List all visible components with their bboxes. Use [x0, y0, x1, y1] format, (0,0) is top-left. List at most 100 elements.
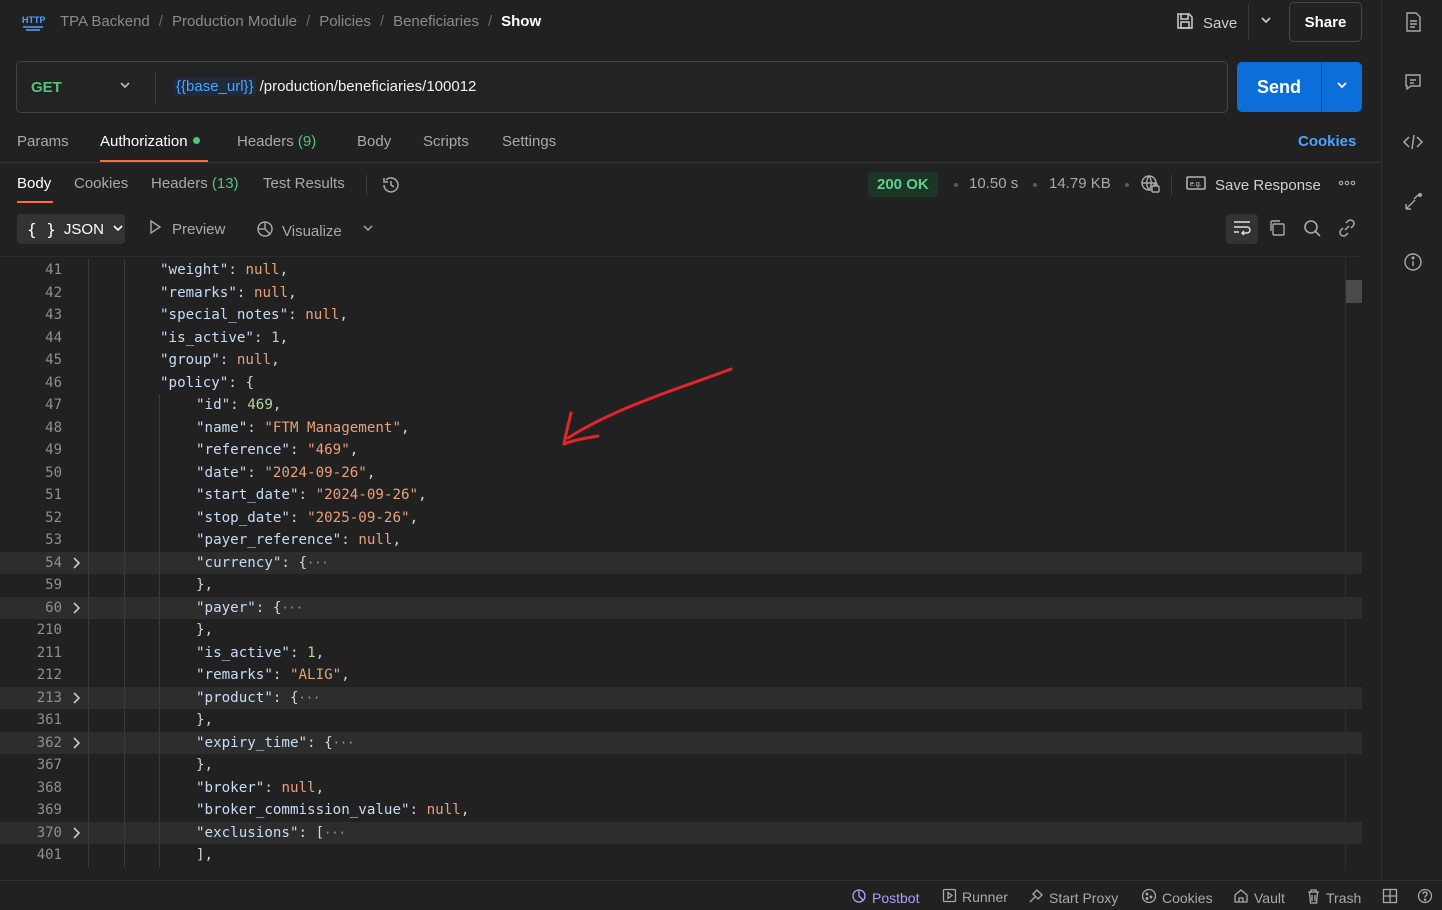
code-text[interactable]: },: [196, 574, 213, 597]
code-text[interactable]: "id": 469,: [196, 394, 281, 417]
history-icon[interactable]: [380, 174, 402, 200]
collapsed-ellipsis[interactable]: ···: [307, 556, 329, 570]
code-text[interactable]: "product": {···: [196, 687, 320, 710]
documentation-icon[interactable]: [1397, 6, 1429, 38]
fold-expand-icon[interactable]: [71, 826, 83, 844]
vault-button[interactable]: Vault: [1233, 888, 1285, 907]
cookies-link[interactable]: Cookies: [1298, 133, 1356, 150]
code-text[interactable]: "payer_reference": null,: [196, 529, 401, 552]
indent-guide: [159, 596, 160, 619]
code-text[interactable]: "name": "FTM Management",: [196, 417, 410, 440]
wrap-lines-button[interactable]: [1226, 214, 1258, 244]
code-text[interactable]: "remarks": null,: [160, 282, 297, 305]
send-dropdown-button[interactable]: [1321, 62, 1362, 112]
code-text[interactable]: "group": null,: [160, 349, 280, 372]
code-text[interactable]: "special_notes": null,: [160, 304, 348, 327]
code-text[interactable]: },: [196, 709, 213, 732]
code-line: 51 "start_date": "2024-09-26",: [0, 484, 1362, 507]
response-size[interactable]: 14.79 KB: [1049, 175, 1111, 192]
comments-icon[interactable]: [1397, 66, 1429, 98]
save-dropdown-button[interactable]: [1248, 4, 1282, 40]
tab-headers[interactable]: Headers (9): [237, 133, 316, 150]
chevron-down-icon[interactable]: [117, 77, 133, 97]
preview-button[interactable]: Preview: [147, 219, 225, 239]
code-text[interactable]: "expiry_time": {···: [196, 732, 354, 755]
cookies-button[interactable]: Cookies: [1141, 888, 1213, 907]
more-options-icon[interactable]: [1338, 172, 1356, 199]
code-icon[interactable]: [1397, 126, 1429, 158]
code-text[interactable]: },: [196, 619, 213, 642]
tab-body[interactable]: Body: [357, 133, 391, 150]
status-badge[interactable]: 200 OK: [868, 172, 938, 197]
code-text[interactable]: "is_active": 1,: [196, 642, 324, 665]
breadcrumb-item[interactable]: Production Module: [172, 13, 297, 30]
trash-button[interactable]: Trash: [1306, 888, 1361, 907]
code-text[interactable]: "reference": "469",: [196, 439, 358, 462]
network-globe-icon[interactable]: [1139, 173, 1161, 199]
search-icon[interactable]: [1302, 218, 1322, 242]
tab-response-headers[interactable]: Headers (13): [151, 175, 239, 192]
code-text[interactable]: "start_date": "2024-09-26",: [196, 484, 427, 507]
fold-expand-icon[interactable]: [71, 691, 83, 709]
url-input[interactable]: {{base_url}}/production/beneficiaries/10…: [174, 77, 476, 96]
scrollbar[interactable]: [1345, 256, 1362, 870]
code-text[interactable]: "broker": null,: [196, 777, 324, 800]
code-line: 45 "group": null,: [0, 349, 1362, 372]
method-select[interactable]: GET: [31, 79, 62, 96]
code-text[interactable]: "currency": {···: [196, 552, 329, 575]
code-text[interactable]: "policy": {: [160, 372, 254, 395]
info-icon[interactable]: [1397, 246, 1429, 278]
response-time[interactable]: 10.50 s: [969, 175, 1018, 192]
save-response-button[interactable]: e.g. Save Response: [1186, 175, 1321, 195]
code-text[interactable]: },: [196, 754, 213, 777]
fold-expand-icon[interactable]: [71, 601, 83, 619]
help-icon[interactable]: [1417, 888, 1433, 904]
url-variable[interactable]: {{base_url}}: [174, 77, 256, 96]
runner-button[interactable]: Runner: [942, 888, 1008, 906]
start-proxy-button[interactable]: Start Proxy: [1028, 888, 1118, 907]
save-button[interactable]: Save: [1175, 9, 1237, 37]
collapsed-ellipsis[interactable]: ···: [299, 691, 321, 705]
tab-response-cookies[interactable]: Cookies: [74, 175, 128, 192]
code-text[interactable]: "date": "2024-09-26",: [196, 462, 375, 485]
code-text[interactable]: "weight": null,: [160, 259, 288, 282]
scrollbar-thumb[interactable]: [1346, 280, 1362, 303]
collapsed-ellipsis[interactable]: ···: [333, 736, 355, 750]
tab-authorization[interactable]: Authorization: [100, 133, 200, 150]
tab-settings[interactable]: Settings: [502, 133, 556, 150]
breadcrumb-item[interactable]: Beneficiaries: [393, 13, 479, 30]
json-punctuation: ,: [339, 307, 348, 323]
breadcrumb-item[interactable]: TPA Backend: [60, 13, 150, 30]
related-collections-icon[interactable]: [1397, 186, 1429, 218]
tab-scripts[interactable]: Scripts: [423, 133, 469, 150]
code-text[interactable]: "stop_date": "2025-09-26",: [196, 507, 418, 530]
layout-icon[interactable]: [1382, 888, 1398, 904]
code-text[interactable]: "payer": {···: [196, 597, 303, 620]
fold-expand-icon[interactable]: [71, 736, 83, 754]
collapsed-ellipsis[interactable]: ···: [281, 601, 303, 615]
breadcrumb-current[interactable]: Show: [501, 13, 541, 30]
code-text[interactable]: "exclusions": [···: [196, 822, 346, 845]
code-text[interactable]: "broker_commission_value": null,: [196, 799, 469, 822]
collapsed-ellipsis[interactable]: ···: [324, 826, 346, 840]
fold-expand-icon[interactable]: [71, 556, 83, 574]
format-select[interactable]: { } JSON: [17, 214, 125, 244]
copy-icon[interactable]: [1267, 218, 1287, 242]
tab-test-results[interactable]: Test Results: [263, 175, 345, 192]
tab-response-body[interactable]: Body: [17, 175, 51, 192]
postbot-button[interactable]: Postbot: [851, 888, 919, 907]
code-text[interactable]: "is_active": 1,: [160, 327, 288, 350]
share-button[interactable]: Share: [1289, 2, 1362, 42]
line-number: 41: [45, 262, 62, 278]
code-text[interactable]: ],: [196, 844, 213, 867]
code-text[interactable]: "remarks": "ALIG",: [196, 664, 350, 687]
response-code-viewer[interactable]: 41 "weight": null, 42 "remarks": null, 43 "sp…: [0, 256, 1362, 872]
send-button[interactable]: Send: [1237, 62, 1321, 112]
trash-icon: [1306, 888, 1321, 907]
link-icon[interactable]: [1337, 218, 1357, 242]
indent-guide: [159, 551, 160, 574]
chevron-down-icon[interactable]: [360, 220, 376, 240]
visualize-button[interactable]: Visualize: [255, 219, 342, 243]
breadcrumb-item[interactable]: Policies: [319, 13, 371, 30]
tab-params[interactable]: Params: [17, 133, 69, 150]
